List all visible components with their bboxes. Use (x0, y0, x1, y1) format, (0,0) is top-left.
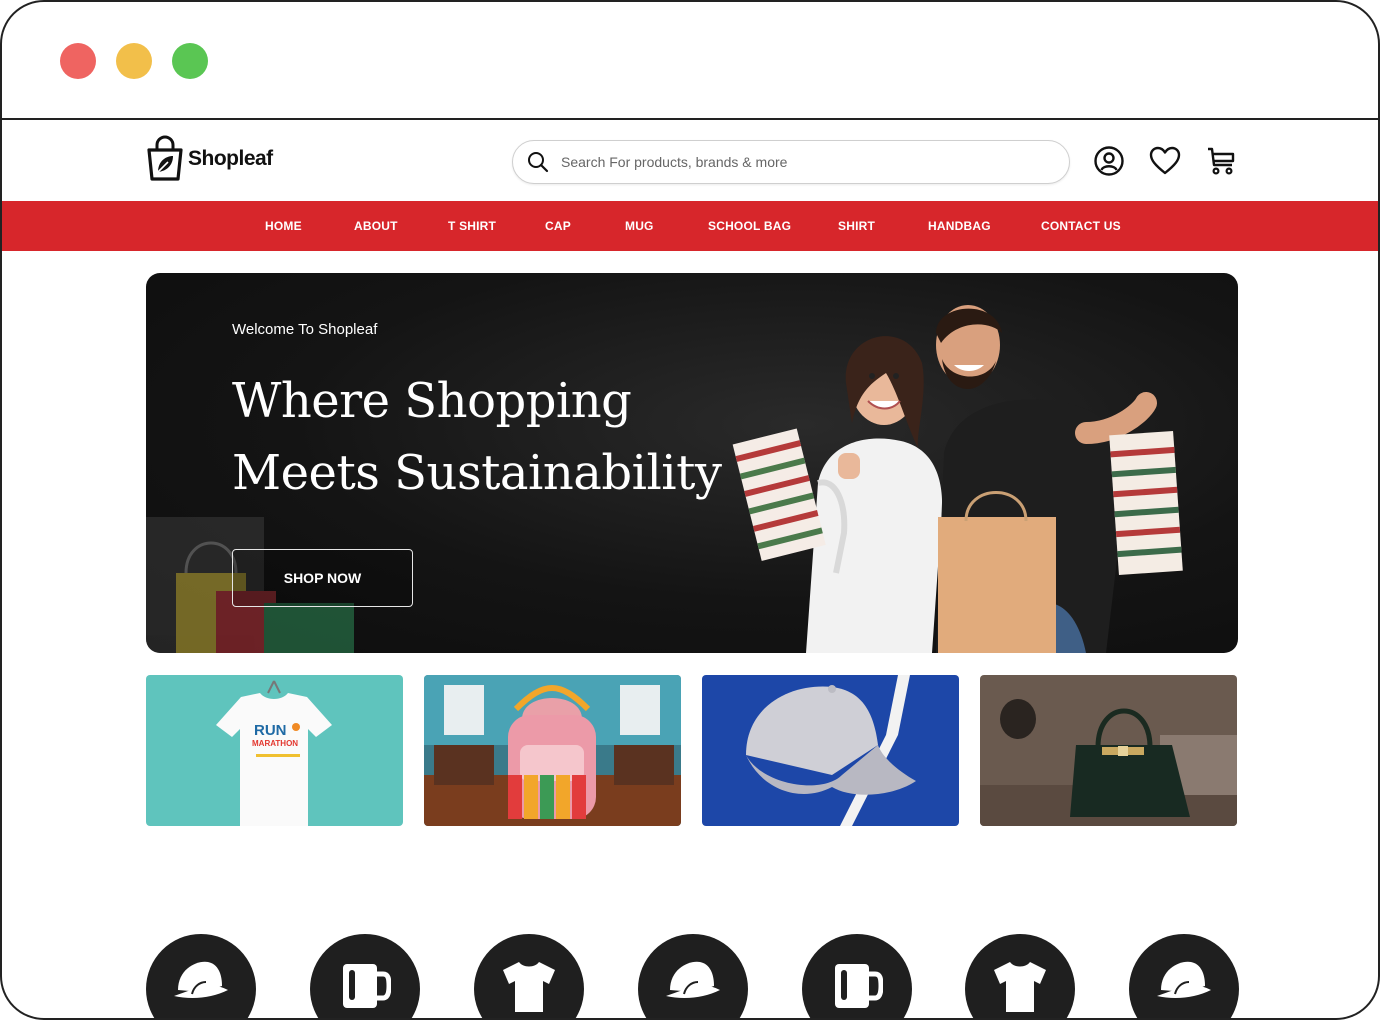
cart-icon (1208, 147, 1235, 175)
nav-item-cap[interactable]: CAP (545, 201, 571, 251)
hero-banner: Welcome To Shopleaf Where Shopping Meets… (146, 273, 1238, 653)
mug-icon (343, 964, 391, 1008)
category-circle-cap-3[interactable] (1129, 934, 1239, 1018)
nav-item-school-bag[interactable]: SCHOOL BAG (708, 201, 791, 251)
hero-headline-line1: Where Shopping (232, 373, 632, 429)
category-tile-handbag[interactable] (980, 675, 1237, 826)
site-header: Shopleaf (2, 122, 1378, 200)
handbag-product-image (980, 675, 1237, 826)
cap-product-image (702, 675, 959, 826)
search-bar[interactable] (512, 140, 1070, 184)
category-circle-tshirt[interactable] (474, 934, 584, 1018)
cart-button[interactable] (1204, 144, 1238, 178)
cap-icon (174, 961, 228, 998)
nav-item-handbag[interactable]: HANDBAG (928, 201, 991, 251)
nav-item-about[interactable]: ABOUT (354, 201, 398, 251)
account-button[interactable] (1092, 144, 1126, 178)
tshirt-product-image: RUN MARATHON (146, 675, 403, 826)
cap-icon (666, 961, 720, 998)
shop-now-button[interactable]: SHOP NOW (232, 549, 413, 607)
category-circle-mug-2[interactable] (802, 934, 912, 1018)
nav-item-home[interactable]: HOME (265, 201, 302, 251)
tshirt-print-run: RUN (254, 722, 287, 739)
nav-item-mug[interactable]: MUG (625, 201, 654, 251)
category-circle-tshirt-2[interactable] (965, 934, 1075, 1018)
minimize-window-button[interactable] (116, 43, 152, 79)
nav-item-contact-us[interactable]: CONTACT US (1041, 201, 1121, 251)
category-tile-school-bag[interactable] (424, 675, 681, 826)
woman-figure (806, 336, 943, 653)
wishlist-button[interactable] (1148, 144, 1182, 178)
tshirt-icon (994, 962, 1046, 1012)
main-nav: HOME ABOUT T SHIRT CAP MUG SCHOOL BAG SH… (2, 201, 1378, 251)
category-tile-cap[interactable] (702, 675, 959, 826)
search-input[interactable] (561, 147, 1041, 177)
browser-window: Shopleaf Search For products, brands & m… (0, 0, 1380, 1020)
hero-welcome-text: Welcome To Shopleaf (232, 321, 378, 338)
hero-headline-line2: Meets Sustainability (232, 445, 722, 501)
nav-item-shirt[interactable]: SHIRT (838, 201, 875, 251)
nav-item-t-shirt[interactable]: T SHIRT (448, 201, 496, 251)
tshirt-icon (503, 962, 555, 1012)
window-titlebar (2, 2, 1378, 120)
heart-icon (1149, 146, 1181, 175)
cap-icon (1157, 961, 1211, 998)
logo-text: Shopleaf (188, 147, 273, 170)
tshirt-print-marathon: MARATHON (252, 739, 298, 748)
site-logo[interactable]: Shopleaf (144, 134, 273, 184)
category-tile-tshirt[interactable]: RUN MARATHON (146, 675, 403, 826)
maximize-window-button[interactable] (172, 43, 208, 79)
search-icon (528, 152, 549, 173)
hero-headline: Where Shopping Meets Sustainability (232, 365, 752, 509)
category-circle-cap[interactable] (146, 934, 256, 1018)
category-circle-mug[interactable] (310, 934, 420, 1018)
account-icon (1094, 146, 1124, 176)
close-window-button[interactable] (60, 43, 96, 79)
category-circle-cap-2[interactable] (638, 934, 748, 1018)
school-bag-product-image (424, 675, 681, 826)
shopping-bag-leaf-icon (147, 135, 183, 181)
mug-icon (835, 964, 883, 1008)
